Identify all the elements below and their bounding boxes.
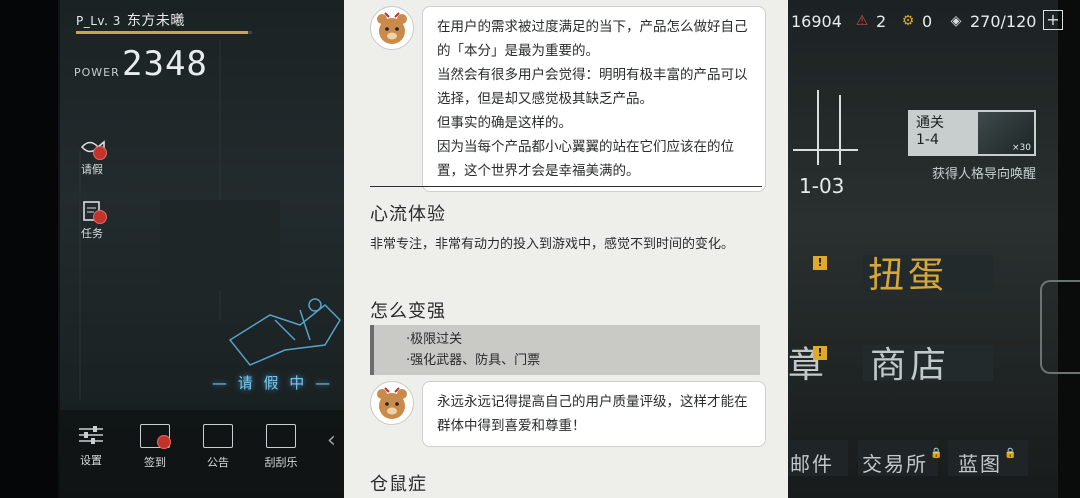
- notification-badge: [93, 146, 107, 160]
- warning-counter: ⚠ 2: [852, 10, 886, 32]
- section-divider: [370, 186, 762, 187]
- bear-avatar-icon: [370, 381, 414, 425]
- chevron-left-icon[interactable]: ‹: [327, 428, 336, 453]
- machine-decoration: [1040, 280, 1080, 374]
- clipboard-icon: [79, 200, 107, 224]
- warning-badge: !: [813, 346, 827, 360]
- chat-bubble: 在用户的需求被过度满足的当下，产品怎么做好自己的「本分」是最为重要的。 当然会有…: [422, 6, 766, 192]
- player-level: P_Lv. 3: [76, 14, 121, 28]
- fish-icon: [79, 136, 107, 160]
- mail-button[interactable]: 邮件: [790, 448, 834, 477]
- gear-icon: ⚙: [901, 13, 915, 29]
- add-stamina-button[interactable]: +: [1043, 10, 1063, 30]
- scratch-card-button[interactable]: 刮刮乐: [256, 424, 306, 470]
- trade-label: 交易所: [862, 452, 928, 476]
- section-title: 怎么变强: [370, 301, 446, 322]
- player-info[interactable]: P_Lv. 3 东方未曦: [76, 10, 185, 30]
- leave-button[interactable]: 请假: [72, 136, 112, 177]
- gear-counter: ⚙ 0: [898, 10, 932, 32]
- coins-counter: 16904: [791, 10, 842, 32]
- stage-card-level: 1-4: [916, 132, 939, 148]
- gacha-button[interactable]: 扭蛋: [868, 246, 948, 298]
- notice-button[interactable]: 公告: [193, 424, 243, 470]
- stage-code: 1-03: [799, 174, 845, 198]
- section-body: 非常专注，非常有动力的投入到游戏中，感觉不到时间的变化。: [370, 237, 735, 252]
- coins-value: 16904: [791, 11, 842, 31]
- inbox-icon: [203, 424, 233, 448]
- quote-item: ·极限过关: [406, 332, 463, 347]
- settings-label: 设置: [80, 454, 102, 467]
- reward-image: ×30: [978, 112, 1034, 154]
- quote-item: ·强化武器、防具、门票: [406, 353, 541, 368]
- stage-card-title: 通关: [916, 115, 944, 131]
- section-title: 仓鼠症: [370, 474, 427, 495]
- article-panel[interactable]: 在用户的需求被过度满足的当下，产品怎么做好自己的「本分」是最为重要的。 当然会有…: [344, 0, 788, 498]
- left-edge: [0, 0, 58, 498]
- blueprint-label: 蓝图: [958, 452, 1002, 476]
- bubble-line: 但事实的确是这样的。: [437, 115, 572, 131]
- chapter-button[interactable]: 章: [788, 336, 828, 388]
- notification-badge: [93, 210, 107, 224]
- lock-icon: 🔒: [1004, 448, 1019, 459]
- checkin-label: 签到: [144, 456, 166, 469]
- warning-count: 2: [876, 11, 887, 31]
- settings-button[interactable]: 设置: [66, 424, 116, 468]
- xp-bar: [76, 31, 252, 34]
- chat-bubble: 永远永远记得提高自己的用户质量评级，这样才能在群体中得到喜爱和尊重！: [422, 381, 766, 447]
- scratch-card-label: 刮刮乐: [264, 456, 298, 469]
- blueprint-button[interactable]: 蓝图 🔒: [958, 448, 1018, 477]
- xp-bar-fill: [76, 31, 249, 34]
- notification-badge: [157, 435, 171, 449]
- power-label: POWER: [74, 66, 120, 79]
- lock-icon: 🔒: [930, 448, 945, 459]
- notice-label: 公告: [207, 456, 229, 469]
- ticket-icon: ◈: [950, 13, 962, 29]
- sliders-icon: [77, 424, 105, 446]
- warning-badge: !: [813, 256, 827, 270]
- trade-button[interactable]: 交易所 🔒: [862, 448, 944, 477]
- section-title: 心流体验: [370, 204, 446, 225]
- player-name: 东方未曦: [126, 13, 185, 29]
- leave-label: 请假: [81, 163, 103, 176]
- task-button[interactable]: 任务: [72, 200, 112, 241]
- calendar-icon: [140, 424, 171, 449]
- bear-avatar-icon: [370, 6, 414, 50]
- gear-count: 0: [922, 11, 933, 31]
- bubble-line: 因为当每个产品都小心翼翼的站在它们应该在的位置，这个世界才会是幸福美满的。: [437, 139, 734, 179]
- stamina-counter: ◈ 270/120: [946, 10, 1037, 32]
- task-label: 任务: [81, 227, 103, 240]
- shop-button[interactable]: 商店: [870, 336, 950, 388]
- reward-count: ×30: [1012, 143, 1031, 153]
- power-value: 2348: [122, 44, 208, 84]
- leave-status-sign: — 请 假 中 —: [212, 374, 334, 392]
- stage-card[interactable]: 通关 1-4 ×30: [908, 110, 1036, 156]
- bubble-line: 在用户的需求被过度满足的当下，产品怎么做好自己的「本分」是最为重要的。: [437, 19, 748, 59]
- checkin-button[interactable]: 签到: [130, 424, 180, 470]
- bubble-line: 当然会有很多用户会觉得：明明有极丰富的产品可以选择，但是却又感觉极其缺乏产品。: [437, 67, 748, 107]
- stage-reward-text: 获得人格导向唤醒: [932, 167, 1037, 182]
- ticket-icon: [266, 424, 296, 448]
- right-edge: [1058, 0, 1080, 498]
- warning-icon: ⚠: [855, 13, 869, 29]
- stamina-value: 270/120: [970, 11, 1037, 31]
- quote-block: ·极限过关 ·强化武器、防具、门票: [370, 325, 760, 375]
